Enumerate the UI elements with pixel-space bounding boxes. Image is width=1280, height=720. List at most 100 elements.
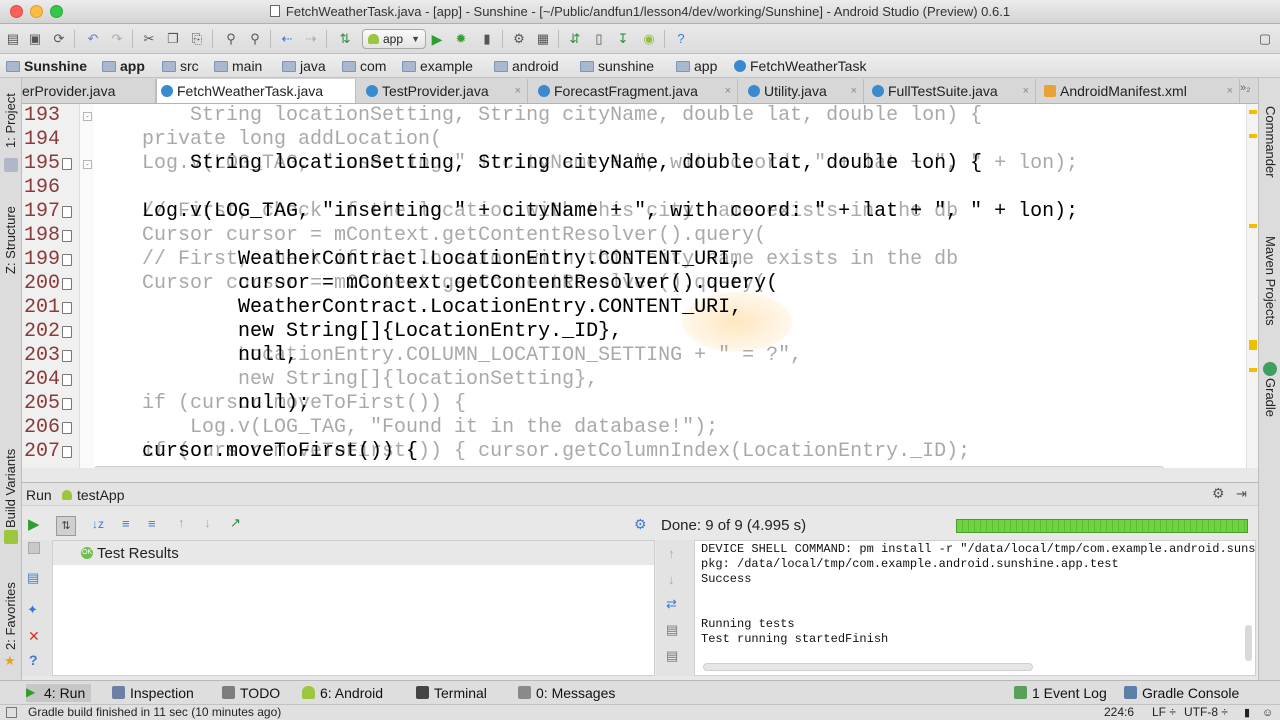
help-icon[interactable]: ? bbox=[29, 652, 38, 668]
sdk-manager-icon[interactable]: ↧ bbox=[614, 30, 632, 48]
run-icon[interactable]: ▶ bbox=[428, 30, 446, 48]
close-icon[interactable]: × bbox=[1023, 79, 1029, 103]
fold-toggle-icon[interactable]: - bbox=[83, 112, 92, 121]
breadcrumb-item[interactable]: main bbox=[214, 57, 262, 75]
find-icon[interactable]: ⚲ bbox=[222, 30, 240, 48]
gradle-tool-button[interactable]: Gradle bbox=[1263, 378, 1278, 417]
hide-passed-icon[interactable]: ⇅ bbox=[56, 516, 76, 536]
copy-icon[interactable]: ❐ bbox=[164, 30, 182, 48]
run-configuration-tab[interactable]: testApp bbox=[77, 487, 124, 503]
avd-manager-icon[interactable]: ▯ bbox=[590, 30, 608, 48]
terminal-tool-button[interactable]: Terminal bbox=[416, 684, 487, 702]
close-icon[interactable]: × bbox=[851, 79, 857, 103]
next-failed-icon[interactable]: ↓ bbox=[204, 515, 211, 530]
redo-icon[interactable]: ↷ bbox=[108, 30, 126, 48]
inspector-icon[interactable]: ☺ bbox=[1262, 706, 1273, 720]
test-gear-icon[interactable]: ⚙ bbox=[634, 516, 647, 533]
run-tool-button[interactable]: ▶ 4: Run bbox=[26, 684, 92, 702]
breadcrumb-item[interactable]: app bbox=[676, 57, 717, 75]
commander-tool-button[interactable]: Commander bbox=[1263, 106, 1278, 178]
scrollbar-thumb[interactable] bbox=[94, 466, 1164, 468]
maven-projects-tool-button[interactable]: Maven Projects bbox=[1263, 236, 1278, 326]
android-monitor-icon[interactable]: ◉ bbox=[640, 30, 658, 48]
status-message[interactable]: Gradle build finished in 11 sec (10 minu… bbox=[28, 705, 281, 720]
fold-toggle-icon[interactable]: - bbox=[83, 160, 92, 169]
stop-icon[interactable] bbox=[28, 542, 40, 554]
soft-wrap-icon[interactable]: ⇄ bbox=[666, 596, 677, 612]
messages-tool-button[interactable]: 0: Messages bbox=[518, 684, 615, 702]
cut-icon[interactable]: ✂ bbox=[140, 30, 158, 48]
warning-marker[interactable] bbox=[1249, 368, 1257, 372]
layout-icon[interactable]: ▤ bbox=[27, 570, 39, 586]
breadcrumb-item[interactable]: Sunshine bbox=[6, 57, 87, 75]
paste-icon[interactable]: ⎘ bbox=[188, 30, 206, 48]
tab-full-test-suite[interactable]: FullTestSuite.java × bbox=[868, 79, 1036, 103]
tab-fetch-weather-task[interactable]: FetchWeatherTask.java bbox=[156, 79, 356, 103]
undo-icon[interactable]: ↶ bbox=[84, 30, 102, 48]
debug-icon[interactable]: ✹ bbox=[452, 30, 470, 48]
breadcrumb-item[interactable]: FetchWeatherTask bbox=[734, 57, 866, 75]
line-separator-select[interactable]: LF ÷ bbox=[1152, 705, 1176, 720]
breadcrumb-item[interactable]: example bbox=[402, 57, 473, 75]
scroll-down-icon[interactable]: ↓ bbox=[668, 572, 675, 587]
forward-icon[interactable]: ⇢ bbox=[302, 30, 320, 48]
encoding-select[interactable]: UTF-8 ÷ bbox=[1184, 705, 1228, 720]
back-icon[interactable]: ⇠ bbox=[278, 30, 296, 48]
lock-icon[interactable]: ▮ bbox=[1244, 706, 1250, 720]
rerun-icon[interactable]: ▶ bbox=[28, 515, 40, 533]
tab-test-provider[interactable]: TestProvider.java × bbox=[362, 79, 528, 103]
hide-panel-icon[interactable]: ⇥ bbox=[1236, 486, 1247, 502]
breadcrumb-item[interactable]: com bbox=[342, 57, 386, 75]
android-tool-button[interactable]: 6: Android bbox=[302, 684, 383, 702]
help-icon[interactable]: ? bbox=[672, 30, 690, 48]
replace-icon[interactable]: ⚲ bbox=[246, 30, 264, 48]
tab-android-manifest[interactable]: AndroidManifest.xml × bbox=[1040, 79, 1240, 103]
todo-tool-button[interactable]: TODO bbox=[222, 684, 280, 702]
run-configuration-select[interactable]: app ▼ bbox=[362, 29, 426, 49]
cursor-position[interactable]: 224:6 bbox=[1104, 705, 1134, 720]
favorites-tool-button[interactable]: 2: Favorites bbox=[3, 582, 18, 650]
test-results-root[interactable]: OK Test Results bbox=[53, 541, 654, 565]
code-editor[interactable]: 193 194 195 196 197 198 199 200 201 202 … bbox=[22, 104, 1258, 468]
sync-icon[interactable]: ⟳ bbox=[50, 30, 68, 48]
gradle-console-tool-button[interactable]: Gradle Console bbox=[1124, 684, 1239, 702]
open-folder-icon[interactable]: ▤ bbox=[4, 30, 22, 48]
close-icon[interactable]: ✕ bbox=[28, 628, 40, 645]
tab-forecast-fragment[interactable]: ForecastFragment.java × bbox=[534, 79, 738, 103]
attach-debugger-icon[interactable]: ▮ bbox=[478, 30, 496, 48]
expand-toolbar-icon[interactable]: ▢ bbox=[1256, 30, 1274, 48]
export-results-icon[interactable]: ↗ bbox=[230, 515, 241, 531]
settings-icon[interactable]: ⚙ bbox=[510, 30, 528, 48]
breadcrumb-item[interactable]: java bbox=[282, 57, 326, 75]
console-output[interactable]: DEVICE SHELL COMMAND: pm install -r "/da… bbox=[694, 540, 1256, 676]
close-icon[interactable]: × bbox=[725, 79, 731, 103]
tab-utility[interactable]: Utility.java × bbox=[744, 79, 864, 103]
editor-horizontal-scrollbar[interactable] bbox=[94, 466, 1164, 468]
save-icon[interactable]: ▣ bbox=[26, 30, 44, 48]
console-horizontal-scrollbar[interactable] bbox=[703, 663, 1033, 671]
tab-overflow-button[interactable]: »₂ bbox=[1240, 82, 1250, 94]
breadcrumb-item[interactable]: android bbox=[494, 57, 559, 75]
breadcrumb-item[interactable]: sunshine bbox=[580, 57, 654, 75]
previous-failed-icon[interactable]: ↑ bbox=[178, 515, 185, 530]
scroll-up-icon[interactable]: ↑ bbox=[668, 546, 675, 561]
collapse-all-icon[interactable]: ≡ bbox=[148, 516, 156, 531]
close-icon[interactable]: × bbox=[515, 79, 521, 103]
make-project-icon[interactable]: ⇅ bbox=[336, 30, 354, 48]
clear-console-icon[interactable]: ▤ bbox=[666, 648, 678, 664]
tab-provider[interactable]: erProvider.java bbox=[22, 79, 156, 103]
print-icon[interactable]: ▤ bbox=[666, 622, 678, 638]
sort-alpha-icon[interactable]: ↓z bbox=[92, 517, 104, 531]
warning-marker[interactable] bbox=[1249, 110, 1257, 114]
warning-marker[interactable] bbox=[1249, 224, 1257, 228]
close-icon[interactable]: × bbox=[1227, 79, 1233, 103]
build-variants-tool-button[interactable]: Build Variants bbox=[3, 449, 18, 528]
project-structure-icon[interactable]: ▦ bbox=[534, 30, 552, 48]
error-stripe[interactable] bbox=[1246, 104, 1258, 468]
console-vertical-scrollbar[interactable] bbox=[1245, 625, 1252, 661]
warning-marker[interactable] bbox=[1249, 340, 1257, 350]
event-log-tool-button[interactable]: 1 Event Log bbox=[1014, 684, 1107, 702]
expand-all-icon[interactable]: ≡ bbox=[122, 516, 130, 531]
breadcrumb-item[interactable]: src bbox=[162, 57, 199, 75]
sync-gradle-icon[interactable]: ⇵ bbox=[566, 30, 584, 48]
